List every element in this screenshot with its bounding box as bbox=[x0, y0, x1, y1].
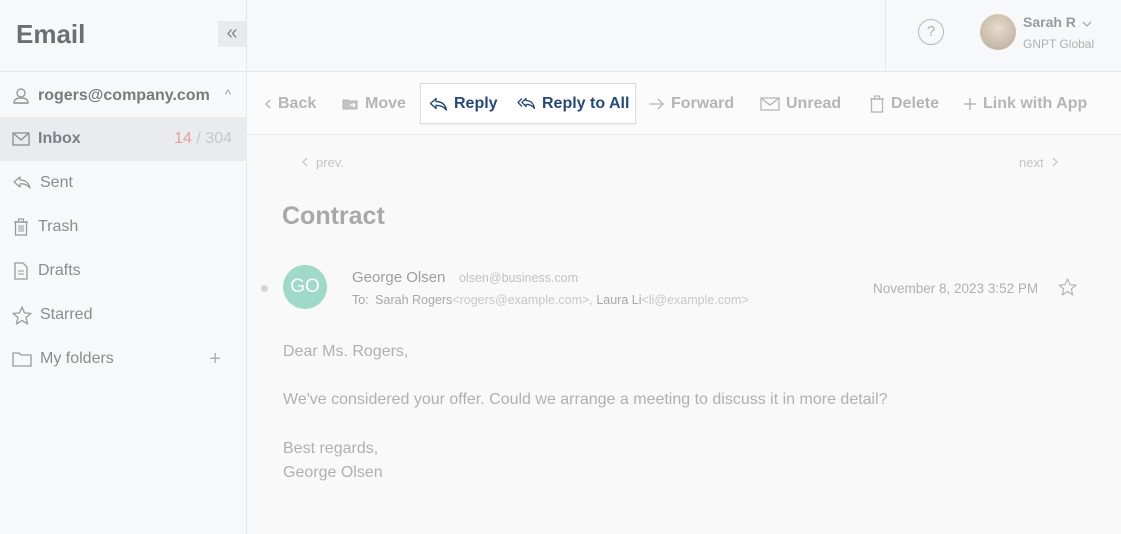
user-icon bbox=[12, 87, 30, 105]
message-date: November 8, 2023 3:52 PM bbox=[873, 281, 1039, 296]
forward-label: Forward bbox=[671, 95, 735, 112]
message-view: prev. next Contract GO George Olsen olse… bbox=[247, 135, 1121, 534]
reply-all-label: Reply to All bbox=[542, 95, 630, 112]
prev-message-link[interactable]: prev. bbox=[302, 155, 344, 170]
plus-icon bbox=[963, 97, 977, 111]
reply-all-icon bbox=[517, 97, 536, 112]
arrow-right-icon bbox=[648, 98, 665, 110]
sidebar-item-label: Drafts bbox=[38, 262, 81, 279]
sidebar-divider bbox=[0, 71, 247, 72]
chevron-left-icon bbox=[302, 155, 308, 170]
trash-icon bbox=[869, 95, 885, 113]
next-label: next bbox=[1019, 155, 1044, 170]
chevron-down-icon bbox=[1082, 15, 1092, 31]
sender-name[interactable]: George Olsen bbox=[352, 269, 445, 286]
message-toolbar: Back Move Reply Reply to All Forward Unr… bbox=[247, 72, 1121, 135]
star-icon bbox=[12, 305, 32, 325]
recipient-name[interactable]: Laura Li bbox=[596, 293, 641, 307]
add-folder-button[interactable]: + bbox=[209, 348, 221, 371]
body-greeting: Dear Ms. Rogers, bbox=[283, 343, 409, 360]
unread-label: Unread bbox=[786, 95, 842, 112]
reply-all-button[interactable]: Reply to All bbox=[517, 90, 629, 118]
folder-icon bbox=[12, 351, 32, 367]
body-closing: Best regards, bbox=[283, 440, 379, 457]
recipient-separator: , bbox=[589, 293, 593, 307]
unread-count: 14 bbox=[174, 130, 192, 147]
top-bar: ? Sarah R GNPT Global bbox=[247, 0, 1121, 72]
move-icon bbox=[342, 97, 359, 111]
sidebar: Email « rogers@company.com ^ Inbox 14 / … bbox=[0, 0, 247, 534]
sidebar-item-trash[interactable]: Trash bbox=[0, 205, 247, 249]
inbox-count: 14 / 304 bbox=[174, 130, 232, 148]
sidebar-item-starred[interactable]: Starred bbox=[0, 293, 247, 337]
sidebar-item-label: Trash bbox=[38, 218, 79, 235]
sidebar-item-my-folders[interactable]: My folders + bbox=[0, 337, 247, 381]
sidebar-item-label: Inbox bbox=[38, 130, 81, 147]
forward-button[interactable]: Forward bbox=[648, 90, 734, 118]
back-label: Back bbox=[278, 95, 317, 112]
trash-icon bbox=[12, 218, 30, 236]
unread-button[interactable]: Unread bbox=[760, 90, 841, 118]
sidebar-item-sent[interactable]: Sent bbox=[0, 161, 247, 205]
next-message-link[interactable]: next bbox=[1019, 155, 1058, 170]
reply-label: Reply bbox=[454, 95, 498, 112]
body-paragraph: We've considered your offer. Could we ar… bbox=[283, 391, 888, 408]
back-button[interactable]: Back bbox=[264, 90, 316, 118]
sidebar-item-drafts[interactable]: Drafts bbox=[0, 249, 247, 293]
to-label: To: bbox=[352, 293, 369, 307]
topbar-divider bbox=[885, 0, 886, 72]
sidebar-item-label: My folders bbox=[40, 350, 114, 367]
chevron-up-icon: ^ bbox=[224, 87, 231, 102]
collapse-sidebar-button[interactable]: « bbox=[218, 21, 246, 47]
help-button[interactable]: ? bbox=[918, 19, 944, 45]
star-icon[interactable] bbox=[1058, 278, 1077, 301]
recipient-name[interactable]: Sarah Rogers bbox=[375, 293, 452, 307]
message-subject: Contract bbox=[282, 202, 385, 230]
user-menu[interactable]: Sarah R bbox=[1023, 14, 1092, 31]
envelope-icon bbox=[760, 97, 780, 111]
document-icon bbox=[12, 262, 30, 280]
reply-button[interactable]: Reply bbox=[429, 90, 498, 118]
prev-label: prev. bbox=[316, 155, 344, 170]
avatar[interactable] bbox=[980, 14, 1016, 50]
delete-button[interactable]: Delete bbox=[869, 90, 939, 118]
user-name: Sarah R bbox=[1023, 14, 1076, 30]
app-title: Email bbox=[16, 19, 86, 49]
body-signature: George Olsen bbox=[283, 464, 383, 481]
sidebar-item-label: Sent bbox=[40, 174, 73, 191]
user-org: GNPT Global bbox=[1023, 37, 1095, 51]
recipient-email[interactable]: <li@example.com> bbox=[642, 293, 749, 307]
move-button[interactable]: Move bbox=[342, 90, 406, 118]
sender-email[interactable]: olsen@business.com bbox=[459, 271, 578, 285]
move-label: Move bbox=[365, 95, 406, 112]
sidebar-item-inbox[interactable]: Inbox 14 / 304 bbox=[0, 117, 247, 161]
chevron-right-icon bbox=[1052, 155, 1058, 170]
total-count: 304 bbox=[205, 130, 232, 147]
reply-icon bbox=[12, 175, 32, 191]
envelope-icon bbox=[12, 132, 30, 146]
reply-icon bbox=[429, 97, 448, 112]
chevron-left-icon bbox=[264, 98, 272, 110]
account-selector[interactable]: rogers@company.com ^ bbox=[12, 84, 237, 108]
recipients-line: To: Sarah Rogers<rogers@example.com>, La… bbox=[352, 293, 749, 307]
recipient-email[interactable]: <rogers@example.com> bbox=[452, 293, 589, 307]
sidebar-item-label: Starred bbox=[40, 306, 93, 323]
delete-label: Delete bbox=[891, 95, 940, 112]
count-separator: / bbox=[191, 130, 206, 147]
read-status-dot[interactable] bbox=[261, 285, 268, 292]
sender-avatar: GO bbox=[283, 265, 327, 309]
link-with-app-label: Link with App bbox=[983, 95, 1088, 112]
link-with-app-button[interactable]: Link with App bbox=[963, 90, 1087, 118]
account-email: rogers@company.com bbox=[38, 87, 210, 104]
